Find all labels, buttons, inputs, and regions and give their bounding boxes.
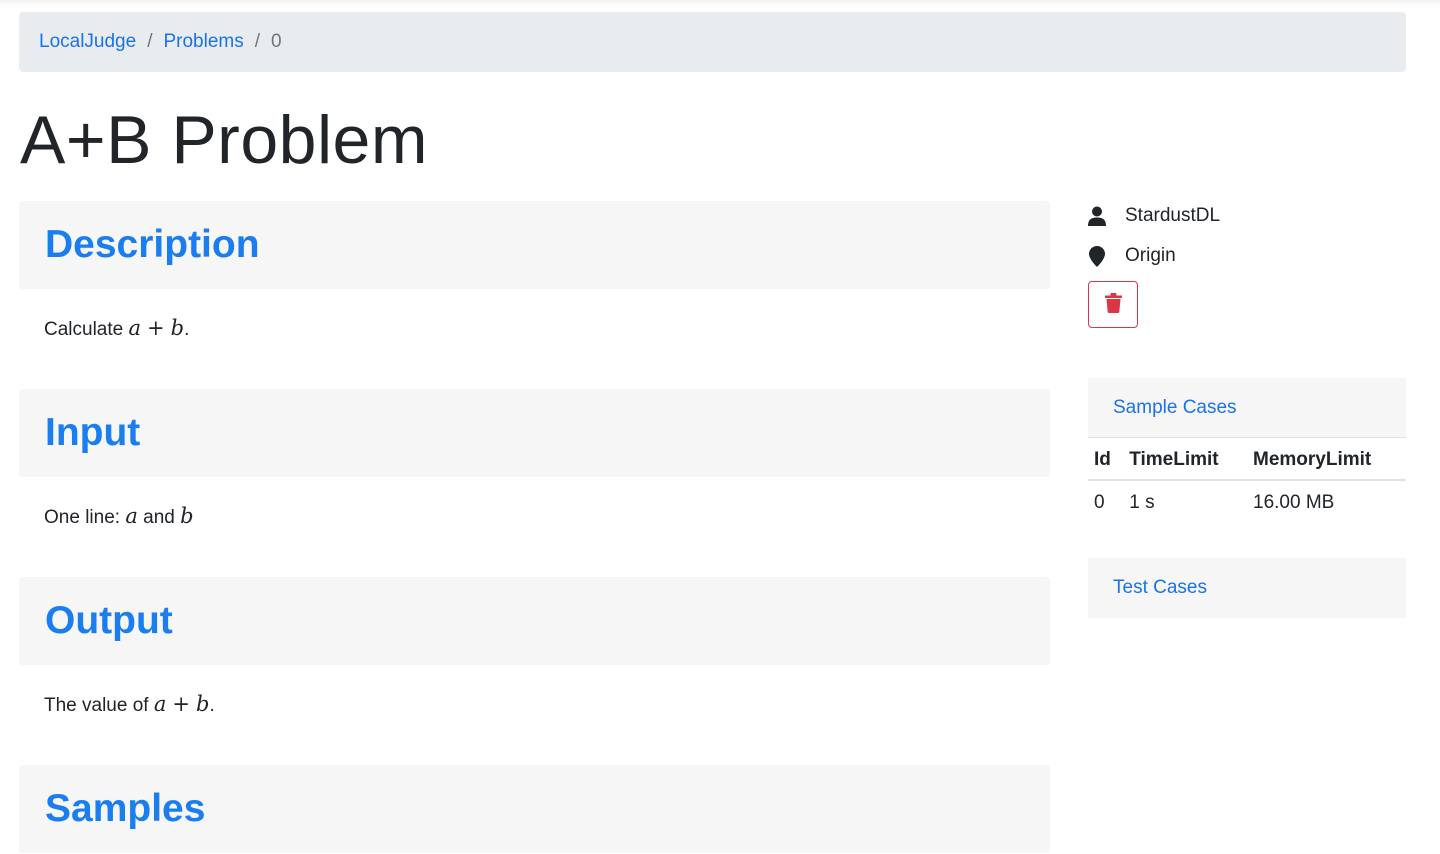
math-a: a <box>153 692 167 716</box>
breadcrumb-separator: / <box>147 31 153 52</box>
description-heading: Description <box>19 201 1050 289</box>
math-operator: + <box>147 316 165 340</box>
column-header-memorylimit: MemoryLimit <box>1247 439 1406 481</box>
author-name: StardustDL <box>1125 205 1221 226</box>
trash-icon <box>1104 293 1122 316</box>
description-suffix: . <box>184 319 190 340</box>
case-timelimit: 1 s <box>1129 492 1155 513</box>
input-mid: and <box>137 507 181 528</box>
samples-heading: Samples <box>19 765 1050 853</box>
math-a: a <box>125 504 138 528</box>
math-operator: + <box>172 692 190 716</box>
user-icon <box>1087 205 1107 227</box>
breadcrumb-current: 0 <box>271 31 282 52</box>
source-row: Origin <box>1087 245 1176 267</box>
sample-cases-table: Id TimeLimit MemoryLimit 0 1 s 16.00 MB <box>1088 439 1406 525</box>
breadcrumb: LocalJudge / Problems / 0 <box>19 12 1406 72</box>
author-row: StardustDL <box>1087 205 1220 227</box>
column-header-timelimit: TimeLimit <box>1123 439 1247 481</box>
math-b: b <box>180 504 194 528</box>
math-b: b <box>195 692 210 716</box>
description-text: Calculate a + b. <box>44 316 189 341</box>
map-marker-icon <box>1087 245 1107 267</box>
math-a: a <box>128 316 142 340</box>
source-name: Origin <box>1125 245 1176 266</box>
page-title: A+B Problem <box>20 102 429 178</box>
output-heading: Output <box>19 577 1050 665</box>
breadcrumb-problems-link[interactable]: Problems <box>163 31 243 53</box>
table-row: 0 1 s 16.00 MB <box>1088 480 1406 525</box>
table-header-row: Id TimeLimit MemoryLimit <box>1088 439 1406 481</box>
top-shadow <box>0 0 1440 6</box>
sample-cases-header[interactable]: Sample Cases <box>1088 378 1406 438</box>
case-memorylimit: 16.00 MB <box>1253 492 1335 513</box>
output-text: The value of a + b. <box>44 692 215 717</box>
math-b: b <box>170 316 185 340</box>
input-heading: Input <box>19 389 1050 477</box>
output-suffix: . <box>209 695 215 716</box>
input-prefix: One line: <box>44 507 126 528</box>
case-id: 0 <box>1094 492 1105 513</box>
column-header-id: Id <box>1088 439 1124 481</box>
description-prefix: Calculate <box>44 319 129 340</box>
delete-button[interactable] <box>1088 281 1138 328</box>
test-cases-header[interactable]: Test Cases <box>1088 558 1406 618</box>
output-prefix: The value of <box>44 695 154 716</box>
input-text: One line: a and b <box>44 504 194 529</box>
breadcrumb-home-link[interactable]: LocalJudge <box>39 31 136 53</box>
breadcrumb-separator: / <box>254 31 261 52</box>
